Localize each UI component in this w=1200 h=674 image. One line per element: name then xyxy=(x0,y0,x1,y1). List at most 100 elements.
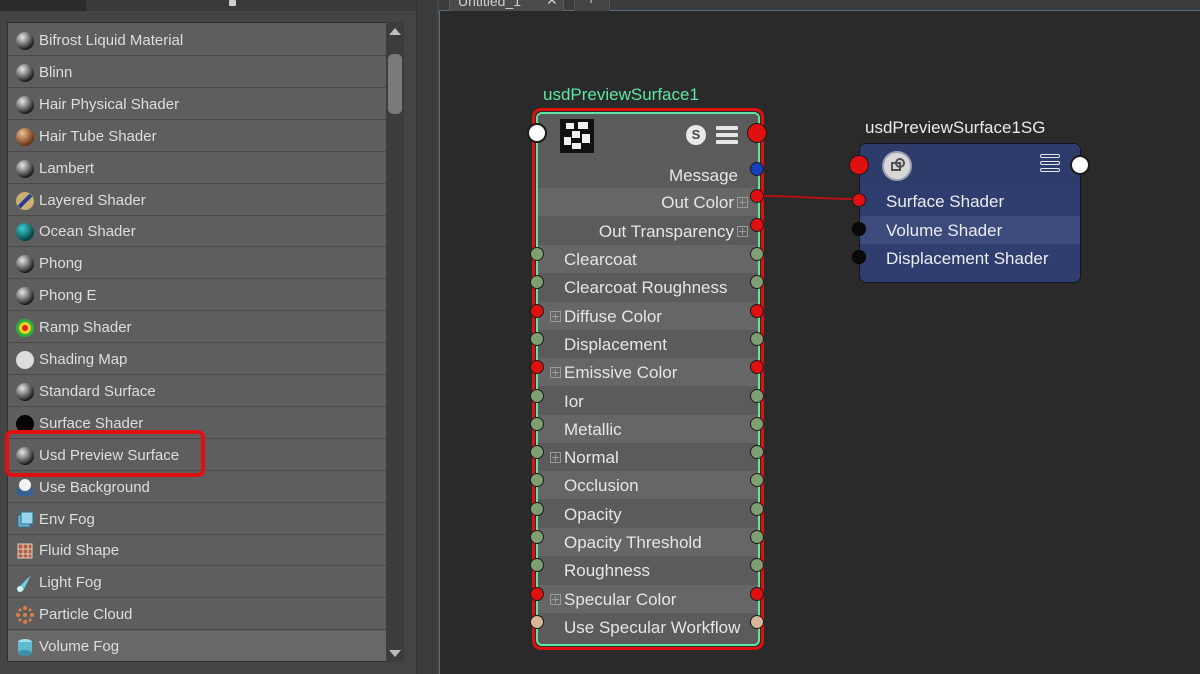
tab-untitled[interactable]: Untitled_1 ✕ xyxy=(449,0,564,11)
expand-icon[interactable] xyxy=(737,226,748,237)
input-port[interactable] xyxy=(530,530,544,544)
attribute-menu-icon[interactable] xyxy=(716,126,738,144)
shader-list-item[interactable]: Hair Tube Shader xyxy=(8,120,386,152)
shader-list-item[interactable]: Blinn xyxy=(8,56,386,88)
input-attribute-row[interactable]: Opacity xyxy=(538,500,758,528)
input-port[interactable] xyxy=(852,221,866,236)
splitter-grip[interactable] xyxy=(229,0,236,6)
input-port[interactable] xyxy=(530,331,544,346)
node-output-port[interactable] xyxy=(1070,155,1090,175)
shader-list-item[interactable]: Ocean Shader xyxy=(8,216,386,248)
output-port[interactable] xyxy=(750,530,764,544)
shader-list-item[interactable]: Fluid Shape xyxy=(8,535,386,567)
output-port[interactable] xyxy=(750,218,764,232)
input-port[interactable] xyxy=(530,586,544,601)
input-attribute-row[interactable]: Occlusion xyxy=(538,471,758,500)
input-port[interactable] xyxy=(530,303,544,318)
output-port[interactable] xyxy=(750,388,764,403)
output-attribute-row[interactable]: Out Transparency xyxy=(538,217,758,245)
output-port[interactable] xyxy=(750,586,764,601)
input-attribute-row[interactable]: Roughness xyxy=(538,556,758,584)
shader-list-item[interactable]: Particle Cloud xyxy=(8,599,386,631)
input-port[interactable] xyxy=(530,501,544,516)
input-port[interactable] xyxy=(530,614,544,629)
scroll-down-icon[interactable] xyxy=(389,650,401,657)
shader-list-scrollbar[interactable] xyxy=(386,22,404,662)
input-port[interactable] xyxy=(530,247,544,261)
node-header xyxy=(860,144,1080,186)
expand-icon[interactable] xyxy=(550,593,561,605)
shader-list-item[interactable]: Standard Surface xyxy=(8,375,386,407)
input-attribute-row[interactable]: Clearcoat Roughness xyxy=(538,273,758,301)
output-port[interactable] xyxy=(750,501,764,516)
input-attribute-row[interactable]: Opacity Threshold xyxy=(538,528,758,556)
shader-list-item[interactable]: Phong xyxy=(8,248,386,280)
shader-list-item[interactable]: Layered Shader xyxy=(8,184,386,216)
usd-preview-surface-node[interactable]: S Message Out Color Out Transparency Clearc… xyxy=(532,108,764,650)
attribute-label: Surface Shader xyxy=(886,192,1005,211)
output-port[interactable] xyxy=(750,614,764,629)
expand-icon[interactable] xyxy=(550,367,561,379)
output-port[interactable] xyxy=(750,445,764,460)
shader-list-item[interactable]: Shading Map xyxy=(8,344,386,375)
scroll-up-icon[interactable] xyxy=(389,28,401,35)
swatch-toggle-button[interactable]: S xyxy=(686,125,706,145)
layered-shader-icon xyxy=(15,191,35,211)
node-input-port[interactable] xyxy=(527,123,547,143)
shader-list-item[interactable]: Surface Shader xyxy=(8,407,386,439)
input-attribute-row[interactable]: Displacement xyxy=(538,330,758,358)
shader-list-item[interactable]: Use Background xyxy=(8,471,386,503)
attribute-menu-icon[interactable] xyxy=(1040,154,1060,174)
input-port[interactable] xyxy=(852,250,866,264)
fluid-shape-icon xyxy=(15,541,35,561)
node-input-port[interactable] xyxy=(849,155,869,175)
shader-list-item[interactable]: Ramp Shader xyxy=(8,312,386,344)
scroll-thumb[interactable] xyxy=(388,54,402,114)
node-title-usd-preview-surface: usdPreviewSurface1 xyxy=(543,85,699,104)
input-attribute-row[interactable]: Clearcoat xyxy=(538,245,758,273)
shading-group-row[interactable]: Displacement Shader xyxy=(860,244,1080,272)
output-port[interactable] xyxy=(750,189,764,203)
input-attribute-row[interactable]: Diffuse Color xyxy=(538,301,758,330)
shader-label: Bifrost Liquid Material xyxy=(39,32,184,49)
node-output-port[interactable] xyxy=(747,123,767,143)
shader-list-item[interactable]: Light Fog xyxy=(8,567,386,599)
shader-list-item[interactable]: Phong E xyxy=(8,280,386,312)
shading-group-row[interactable]: Volume Shader xyxy=(860,215,1080,244)
new-tab-button[interactable]: + xyxy=(574,0,610,11)
shader-list-item[interactable]: Bifrost Liquid Material xyxy=(8,25,386,56)
output-port[interactable] xyxy=(750,247,764,261)
input-port[interactable] xyxy=(852,193,866,207)
output-port[interactable] xyxy=(750,416,764,431)
input-port[interactable] xyxy=(530,388,544,403)
expand-icon[interactable] xyxy=(550,452,561,464)
output-attribute-row[interactable]: Message xyxy=(538,161,758,189)
input-attribute-row[interactable]: Use Specular Workflow xyxy=(538,613,758,641)
output-attribute-row[interactable]: Out Color xyxy=(538,188,758,216)
input-port[interactable] xyxy=(530,416,544,431)
env-fog-icon xyxy=(15,510,35,530)
shader-list-item[interactable]: Usd Preview Surface xyxy=(8,439,386,471)
shader-list-item[interactable]: Hair Physical Shader xyxy=(8,88,386,120)
attribute-label: Displacement Shader xyxy=(886,249,1049,268)
panel-tab[interactable] xyxy=(0,0,86,11)
expand-icon[interactable] xyxy=(550,310,561,322)
expand-icon[interactable] xyxy=(737,197,748,208)
shader-list-item[interactable]: Volume Fog xyxy=(8,631,386,661)
shading-group-row[interactable]: Surface Shader xyxy=(860,187,1080,215)
input-attribute-row[interactable]: Ior xyxy=(538,387,758,415)
panel-divider[interactable] xyxy=(416,0,437,674)
output-port[interactable] xyxy=(750,303,764,318)
input-attribute-row[interactable]: Specular Color xyxy=(538,584,758,613)
input-attribute-row[interactable]: Metallic xyxy=(538,414,758,443)
input-attribute-row[interactable]: Emissive Color xyxy=(538,358,758,387)
input-attribute-row[interactable]: Normal xyxy=(538,443,758,471)
close-icon[interactable]: ✕ xyxy=(546,0,558,9)
node-title-shading-group: usdPreviewSurface1SG xyxy=(865,118,1046,137)
output-port[interactable] xyxy=(750,162,764,176)
input-port[interactable] xyxy=(530,445,544,460)
shading-group-node[interactable]: Surface Shader Volume Shader Displacement … xyxy=(859,143,1081,283)
shader-list-item[interactable]: Env Fog xyxy=(8,503,386,535)
output-port[interactable] xyxy=(750,331,764,346)
shader-list-item[interactable]: Lambert xyxy=(8,152,386,184)
